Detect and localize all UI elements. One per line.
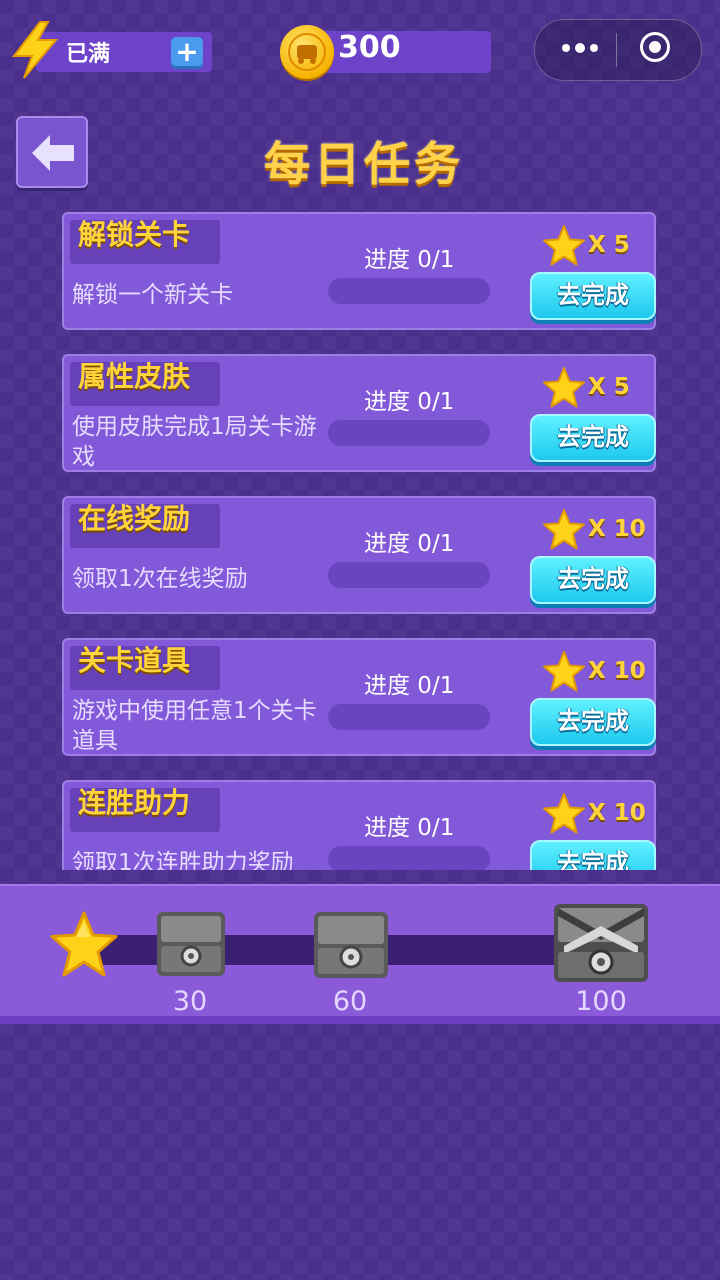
progress-bar <box>328 562 490 588</box>
reward-amount: X 10 <box>588 658 646 684</box>
lightning-icon <box>11 21 59 79</box>
go-complete-button[interactable]: 去完成 <box>530 272 656 320</box>
task-desc: 领取1次在线奖励 <box>72 566 248 592</box>
task-list[interactable]: 解锁关卡 解锁一个新关卡 进度 0/1 X 5 去完成 属性皮肤 使用皮肤完成1… <box>62 212 658 870</box>
milestone-label: 100 <box>575 986 627 1017</box>
star-icon <box>543 509 585 550</box>
task-card: 解锁关卡 解锁一个新关卡 进度 0/1 X 5 去完成 <box>62 212 656 330</box>
star-icon <box>543 651 585 692</box>
star-icon <box>50 911 118 977</box>
task-card: 连胜助力 领取1次连胜助力奖励 进度 0/1 X 10 去完成 <box>62 780 656 870</box>
page-title: 每日任务 <box>264 137 464 191</box>
progress-label: 进度 0/1 <box>364 815 455 841</box>
plus-icon: + <box>175 35 199 68</box>
task-card: 在线奖励 领取1次在线奖励 进度 0/1 X 10 去完成 <box>62 496 656 614</box>
add-energy-button[interactable]: + <box>171 37 203 69</box>
progress-label: 进度 0/1 <box>364 673 455 699</box>
reward-panel-edge <box>0 1016 720 1024</box>
progress-label: 进度 0/1 <box>364 389 455 415</box>
chest-icon[interactable] <box>155 910 227 978</box>
reward-amount: X 10 <box>588 516 646 542</box>
reward-amount: X 5 <box>588 374 630 400</box>
target-icon[interactable] <box>640 32 670 62</box>
chest-icon[interactable] <box>552 902 650 984</box>
go-complete-button[interactable]: 去完成 <box>530 556 656 604</box>
star-icon <box>543 367 585 408</box>
progress-bar <box>328 846 490 870</box>
star-icon <box>543 793 585 834</box>
task-desc: 领取1次连胜助力奖励 <box>72 850 294 870</box>
go-complete-button[interactable]: 去完成 <box>530 840 656 870</box>
reward-amount: X 5 <box>588 232 630 258</box>
milestone-label: 60 <box>332 986 368 1017</box>
capsule-divider <box>616 33 617 67</box>
progress-bar <box>328 704 490 730</box>
go-complete-button[interactable]: 去完成 <box>530 698 656 746</box>
progress-label: 进度 0/1 <box>364 531 455 557</box>
task-name: 关卡道具 <box>78 644 191 677</box>
reward-amount: X 10 <box>588 800 646 826</box>
coin-icon <box>280 25 334 79</box>
task-name: 在线奖励 <box>78 502 191 535</box>
chest-icon[interactable] <box>312 910 390 980</box>
go-complete-button[interactable]: 去完成 <box>530 414 656 462</box>
coin-count: 300 <box>338 30 401 65</box>
more-dots-icon[interactable] <box>560 36 600 60</box>
star-icon <box>543 225 585 266</box>
energy-status-text: 已满 <box>66 42 111 67</box>
task-desc: 使用皮肤完成1局关卡游戏 <box>72 414 317 470</box>
task-desc: 游戏中使用任意1个关卡道具 <box>72 698 317 754</box>
progress-label: 进度 0/1 <box>364 247 455 273</box>
progress-bar <box>328 278 490 304</box>
task-card: 关卡道具 游戏中使用任意1个关卡道具 进度 0/1 X 10 去完成 <box>62 638 656 756</box>
task-name: 解锁关卡 <box>78 218 191 251</box>
task-name: 连胜助力 <box>78 786 191 819</box>
milestone-label: 30 <box>172 986 208 1017</box>
task-desc: 解锁一个新关卡 <box>72 282 233 308</box>
task-name: 属性皮肤 <box>78 360 191 393</box>
task-card: 属性皮肤 使用皮肤完成1局关卡游戏 进度 0/1 X 5 去完成 <box>62 354 656 472</box>
progress-bar <box>328 420 490 446</box>
